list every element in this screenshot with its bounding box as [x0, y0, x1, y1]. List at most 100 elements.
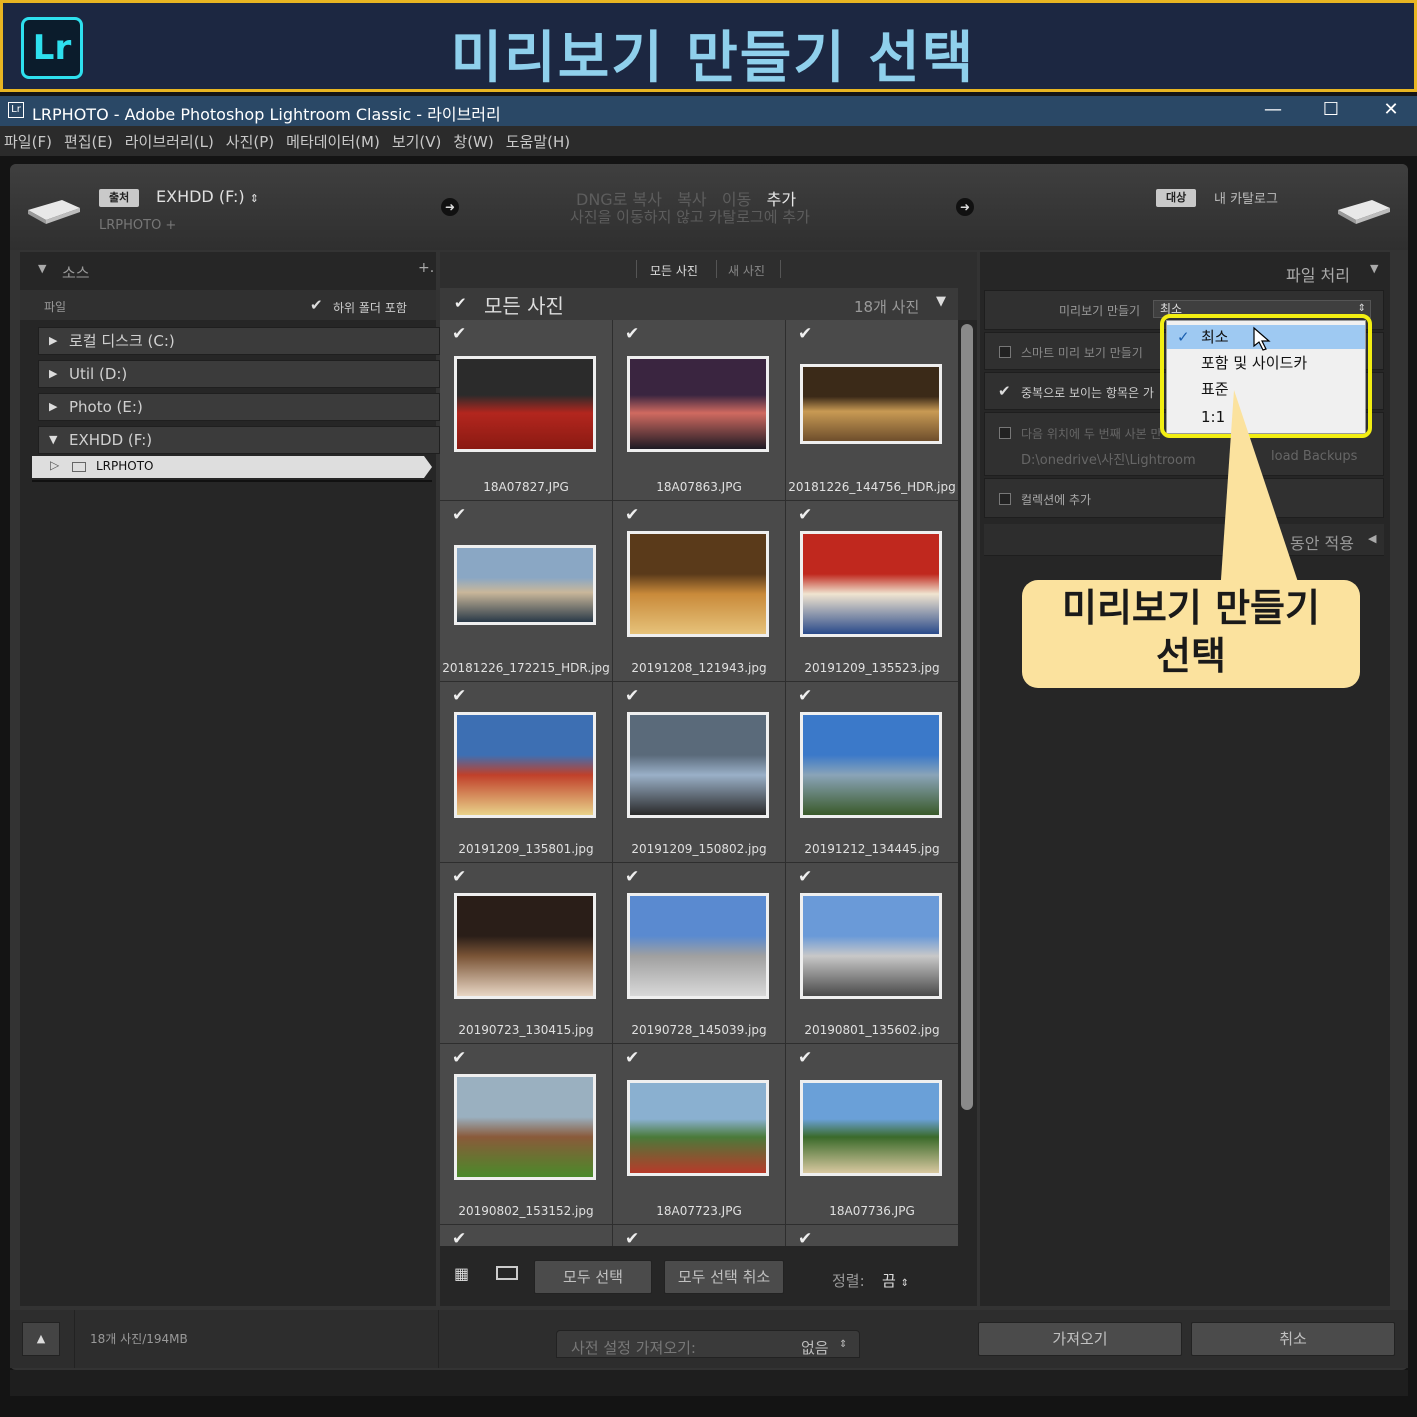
photo-thumbnail[interactable]: [454, 1074, 596, 1180]
deselect-all-button[interactable]: 모두 선택 취소: [664, 1260, 784, 1294]
menu-window[interactable]: 창(W): [453, 131, 493, 152]
photo-cell[interactable]: ✔ 18A07723.JPG: [613, 1044, 785, 1224]
folder-row-lrphoto[interactable]: ▷ LRPHOTO: [32, 456, 432, 478]
photo-checkbox[interactable]: ✔: [798, 1231, 814, 1247]
minimize-button[interactable]: —: [1250, 96, 1296, 126]
add-source-button[interactable]: +.: [418, 260, 434, 276]
scrollbar-thumb[interactable]: [961, 324, 973, 1110]
tab-new-photos[interactable]: 새 사진: [728, 262, 765, 279]
photo-checkbox[interactable]: ✔: [798, 688, 814, 705]
photo-cell[interactable]: ✔ 20191212_134445.jpg: [786, 682, 958, 862]
maximize-button[interactable]: ☐: [1308, 96, 1354, 126]
import-button[interactable]: 가져오기: [978, 1322, 1182, 1356]
photo-checkbox[interactable]: ✔: [625, 1231, 641, 1247]
include-subfolders-checkbox[interactable]: ✔: [310, 298, 324, 313]
photo-checkbox[interactable]: ✔: [452, 869, 468, 886]
import-preset-selector[interactable]: 사전 설정 가져오기: 없음 ⇕: [556, 1330, 860, 1358]
collapse-triangle-icon[interactable]: ▼: [1370, 262, 1378, 275]
photo-cell[interactable]: ✔: [613, 1225, 785, 1246]
grid-view-icon[interactable]: ▦: [454, 1264, 469, 1283]
close-button[interactable]: ✕: [1368, 96, 1414, 126]
select-all-checkbox[interactable]: ✔: [454, 296, 468, 311]
source-drive-d[interactable]: ▶ Util (D:): [38, 360, 440, 388]
menu-view[interactable]: 보기(V): [392, 131, 442, 152]
photo-cell[interactable]: ✔ 20191209_135801.jpg: [440, 682, 612, 862]
photo-checkbox[interactable]: ✔: [798, 326, 814, 343]
photo-cell[interactable]: ✔ 20190802_153152.jpg: [440, 1044, 612, 1224]
photo-checkbox[interactable]: ✔: [798, 1050, 814, 1067]
photo-filename: 20191209_150802.jpg: [631, 842, 767, 856]
photo-thumbnail[interactable]: [454, 712, 596, 818]
menu-bar: 파일(F) 편집(E) 라이브러리(L) 사진(P) 메타데이터(M) 보기(V…: [0, 126, 1417, 156]
photo-cell[interactable]: ✔ 20191208_121943.jpg: [613, 501, 785, 681]
photo-cell[interactable]: ✔: [440, 1225, 612, 1246]
tab-all-photos[interactable]: 모든 사진: [650, 262, 698, 279]
second-copy-path[interactable]: D:\onedrive\사진\Lightroom: [1021, 449, 1196, 468]
photo-checkbox[interactable]: ✔: [798, 507, 814, 524]
source-drive-c[interactable]: ▶ 로컬 디스크 (C:): [38, 327, 440, 355]
source-drive-icon[interactable]: [26, 198, 82, 224]
photo-thumbnail[interactable]: [627, 893, 769, 999]
menu-help[interactable]: 도움말(H): [506, 131, 570, 152]
source-drive-e[interactable]: ▶ Photo (E:): [38, 393, 440, 421]
second-copy-checkbox[interactable]: [999, 427, 1011, 439]
photo-thumbnail[interactable]: [800, 712, 942, 818]
smart-previews-checkbox[interactable]: [999, 346, 1011, 358]
photo-cell[interactable]: ✔ 20190801_135602.jpg: [786, 863, 958, 1043]
photo-cell[interactable]: ✔ 18A07827.JPG: [440, 320, 612, 500]
photo-cell[interactable]: ✔: [786, 1225, 958, 1246]
menu-metadata[interactable]: 메타데이터(M): [286, 131, 380, 152]
count-dropdown-icon[interactable]: ▼: [936, 294, 946, 309]
photo-checkbox[interactable]: ✔: [452, 1050, 468, 1067]
photo-checkbox[interactable]: ✔: [625, 326, 641, 343]
photo-checkbox[interactable]: ✔: [625, 507, 641, 524]
source-drive-f[interactable]: ▼ EXHDD (F:): [38, 426, 440, 454]
grid-scrollbar[interactable]: [958, 320, 977, 1246]
photo-checkbox[interactable]: ✔: [452, 326, 468, 343]
photo-thumbnail[interactable]: [800, 364, 942, 444]
menu-library[interactable]: 라이브러리(L): [125, 131, 214, 152]
loupe-view-icon[interactable]: [496, 1266, 518, 1280]
photo-cell[interactable]: ✔ 20190723_130415.jpg: [440, 863, 612, 1043]
sort-selector[interactable]: 끔 ⇕: [882, 1270, 909, 1291]
source-drive-selector[interactable]: EXHDD (F:) ⇕: [156, 187, 259, 206]
menu-file[interactable]: 파일(F): [4, 131, 52, 152]
callout-line1: 미리보기 만들기: [1062, 586, 1320, 630]
photo-cell[interactable]: ✔ 20191209_150802.jpg: [613, 682, 785, 862]
photo-cell[interactable]: ✔ 20191209_135523.jpg: [786, 501, 958, 681]
photo-thumbnail[interactable]: [454, 356, 596, 452]
photo-thumbnail[interactable]: [800, 1080, 942, 1176]
no-duplicates-checkbox[interactable]: ✔: [998, 384, 1012, 399]
photo-checkbox[interactable]: ✔: [625, 1050, 641, 1067]
collapse-triangle-icon[interactable]: ▼: [38, 262, 46, 275]
photo-thumbnail[interactable]: [454, 893, 596, 999]
add-to-collection-checkbox[interactable]: [999, 493, 1011, 505]
photo-thumbnail[interactable]: [627, 712, 769, 818]
photo-checkbox[interactable]: ✔: [452, 507, 468, 524]
photo-cell[interactable]: ✔ 18A07863.JPG: [613, 320, 785, 500]
photo-checkbox[interactable]: ✔: [798, 869, 814, 886]
photo-checkbox[interactable]: ✔: [625, 869, 641, 886]
photo-checkbox[interactable]: ✔: [452, 688, 468, 705]
expand-up-icon[interactable]: ▲: [22, 1322, 60, 1356]
photo-checkbox[interactable]: ✔: [625, 688, 641, 705]
photo-filename: 18A07736.JPG: [829, 1204, 915, 1218]
photo-checkbox[interactable]: ✔: [452, 1231, 468, 1247]
photo-thumbnail[interactable]: [800, 531, 942, 637]
photo-cell[interactable]: ✔ 20181226_172215_HDR.jpg: [440, 501, 612, 681]
photo-filename: 18A07723.JPG: [656, 1204, 742, 1218]
photo-cell[interactable]: ✔ 18A07736.JPG: [786, 1044, 958, 1224]
photo-cell[interactable]: ✔ 20181226_144756_HDR.jpg: [786, 320, 958, 500]
photo-thumbnail[interactable]: [454, 545, 596, 625]
import-footer: ▲ 18개 사진/194MB 사전 설정 가져오기: 없음 ⇕ 가져오기 취소: [10, 1310, 1408, 1368]
photo-thumbnail[interactable]: [627, 356, 769, 452]
apply-during-import-header[interactable]: 동안 적용 ◀: [984, 524, 1384, 556]
menu-photo[interactable]: 사진(P): [226, 131, 274, 152]
photo-thumbnail[interactable]: [800, 893, 942, 999]
select-all-button[interactable]: 모두 선택: [534, 1260, 652, 1294]
photo-thumbnail[interactable]: [627, 1080, 769, 1176]
photo-cell[interactable]: ✔ 20190728_145039.jpg: [613, 863, 785, 1043]
photo-thumbnail[interactable]: [627, 531, 769, 637]
menu-edit[interactable]: 편집(E): [64, 131, 113, 152]
cancel-button[interactable]: 취소: [1191, 1322, 1395, 1356]
